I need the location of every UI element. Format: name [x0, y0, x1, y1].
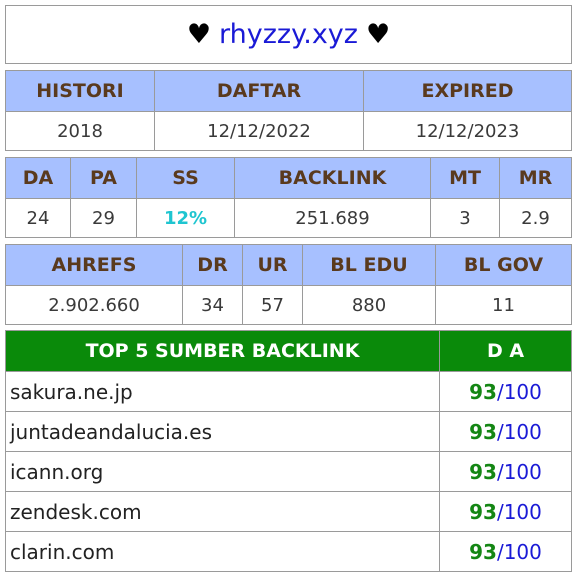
value-ss: 12%	[136, 198, 235, 238]
table-row: clarin.com 93/100	[5, 531, 572, 572]
value-ahrefs: 2.902.660	[5, 285, 183, 325]
header-backlink: BACKLINK	[234, 157, 431, 199]
table-row: sakura.ne.jp 93/100	[5, 371, 572, 412]
value-da: 24	[5, 198, 71, 238]
header-top-da: D A	[439, 330, 572, 372]
header-expired: EXPIRED	[363, 70, 572, 112]
header-ss: SS	[136, 157, 235, 199]
value-expired: 12/12/2023	[363, 111, 572, 151]
site-title[interactable]: rhyzzy.xyz	[219, 19, 358, 50]
value-pa: 29	[70, 198, 137, 238]
backlink-source[interactable]: zendesk.com	[5, 491, 440, 532]
backlink-da: 93/100	[439, 531, 572, 572]
value-histori: 2018	[5, 111, 155, 151]
value-ur: 57	[242, 285, 303, 325]
backlink-source[interactable]: icann.org	[5, 451, 440, 492]
value-mr: 2.9	[499, 198, 572, 238]
backlink-da: 93/100	[439, 371, 572, 412]
heart-icon: ♥	[186, 19, 212, 50]
heart-icon: ♥	[365, 19, 391, 50]
backlink-da: 93/100	[439, 491, 572, 532]
backlink-da: 93/100	[439, 411, 572, 452]
site-title-box: ♥ rhyzzy.xyz ♥	[5, 5, 572, 64]
metrics-table: DA PA SS BACKLINK MT MR 24 29 12% 251.68…	[5, 157, 572, 238]
header-pa: PA	[70, 157, 137, 199]
value-dr: 34	[182, 285, 243, 325]
header-ahrefs: AHREFS	[5, 244, 183, 286]
backlink-source[interactable]: sakura.ne.jp	[5, 371, 440, 412]
table-row: icann.org 93/100	[5, 451, 572, 492]
value-bl-edu: 880	[302, 285, 436, 325]
backlink-da: 93/100	[439, 451, 572, 492]
ahrefs-table: AHREFS DR UR BL EDU BL GOV 2.902.660 34 …	[5, 244, 572, 325]
header-mr: MR	[499, 157, 572, 199]
info-table: HISTORI DAFTAR EXPIRED 2018 12/12/2022 1…	[5, 70, 572, 151]
header-dr: DR	[182, 244, 243, 286]
value-bl-gov: 11	[435, 285, 572, 325]
header-ur: UR	[242, 244, 303, 286]
header-da: DA	[5, 157, 71, 199]
table-row: juntadeandalucia.es 93/100	[5, 411, 572, 452]
header-bl-gov: BL GOV	[435, 244, 572, 286]
value-backlink: 251.689	[234, 198, 431, 238]
top-backlink-table: TOP 5 SUMBER BACKLINK D A sakura.ne.jp 9…	[5, 330, 572, 572]
header-mt: MT	[430, 157, 500, 199]
header-bl-edu: BL EDU	[302, 244, 436, 286]
backlink-source[interactable]: juntadeandalucia.es	[5, 411, 440, 452]
backlink-source[interactable]: clarin.com	[5, 531, 440, 572]
header-top-sources: TOP 5 SUMBER BACKLINK	[5, 330, 440, 372]
value-daftar: 12/12/2022	[154, 111, 364, 151]
value-mt: 3	[430, 198, 500, 238]
header-histori: HISTORI	[5, 70, 155, 112]
table-row: zendesk.com 93/100	[5, 491, 572, 532]
header-daftar: DAFTAR	[154, 70, 364, 112]
